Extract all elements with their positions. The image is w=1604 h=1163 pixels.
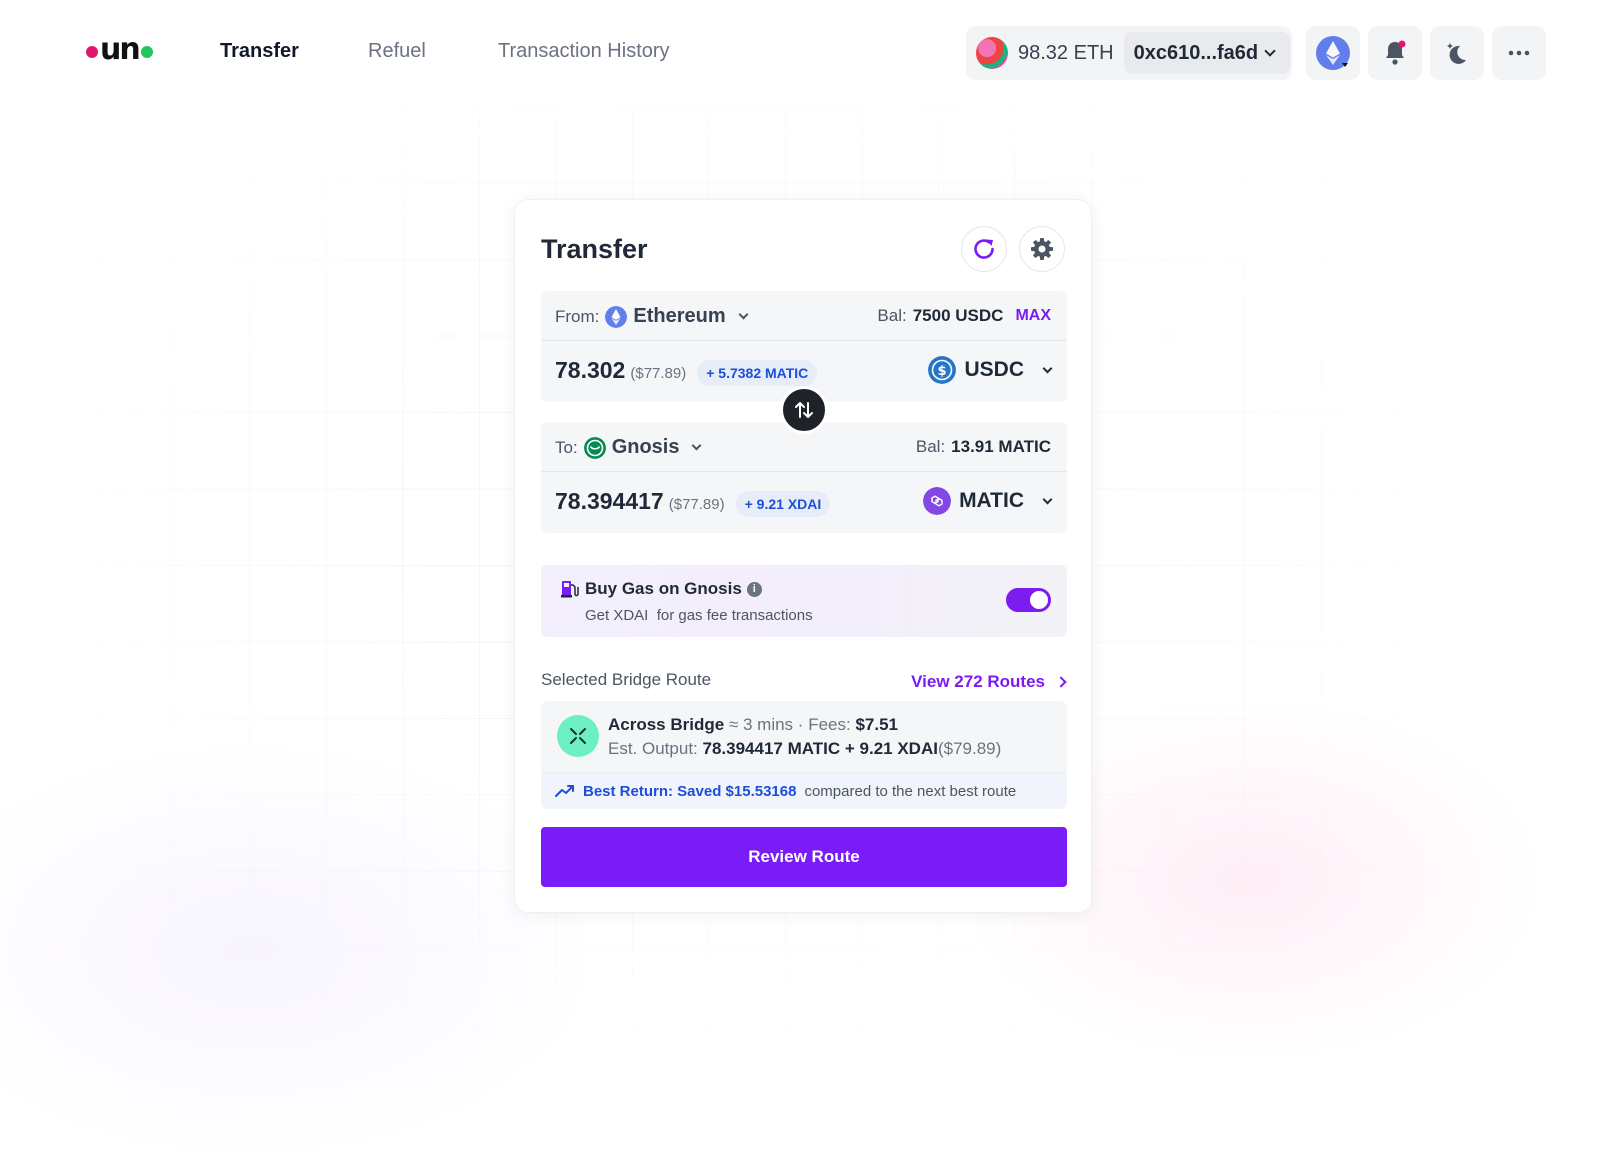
- gas-subtitle: Get XDAI for gas fee transactions: [585, 607, 813, 624]
- buy-gas-toggle[interactable]: [1006, 588, 1051, 612]
- info-icon[interactable]: i: [746, 581, 762, 597]
- chevron-down-icon: [1042, 363, 1053, 373]
- logo-pink-dot: [86, 46, 98, 58]
- best-return-rest: compared to the next best route: [804, 782, 1017, 800]
- bell-icon: [1386, 40, 1406, 65]
- from-chain-name: Ethereum: [633, 305, 726, 327]
- usdc-icon: $: [928, 356, 957, 384]
- fuel-pump-icon: [561, 581, 579, 598]
- from-panel-header: From: Ethereum Bal: 7500 USDC MAX: [541, 291, 1067, 341]
- best-return-banner: Best Return: Saved $15.53168 compared to…: [541, 772, 1067, 809]
- route-separator: ·: [797, 715, 804, 734]
- to-panel: To: Gnosis Bal: 13.91 MATIC 78.394417 ($…: [541, 422, 1067, 533]
- wallet-avatar: [976, 37, 1008, 69]
- to-label: To:: [555, 437, 578, 457]
- refresh-icon: [974, 239, 994, 259]
- network-selector-button[interactable]: [1306, 26, 1360, 80]
- route-time: ≈ 3 mins: [728, 715, 794, 734]
- output-label: Est. Output:: [608, 739, 698, 758]
- route-section-label: Selected Bridge Route: [541, 670, 712, 689]
- top-header: un Transfer Refuel Transaction History 9…: [0, 0, 1604, 104]
- from-token-name: USDC: [964, 358, 1024, 381]
- matic-icon: [923, 487, 952, 515]
- to-token-selector[interactable]: MATIC: [923, 487, 1053, 515]
- buy-gas-section: Buy Gas on Gnosis i Get XDAI for gas fee…: [541, 565, 1067, 637]
- theme-toggle-button[interactable]: [1430, 26, 1484, 80]
- to-chain-name: Gnosis: [611, 436, 680, 458]
- to-amount-value: 78.394417: [555, 488, 664, 514]
- route-output: Est. Output: 78.394417 MATIC + 9.21 XDAI…: [608, 739, 1001, 759]
- gas-title: Buy Gas on Gnosis i: [585, 579, 762, 599]
- gnosis-icon: [583, 436, 606, 459]
- wallet-address: 0xc610...fa6d: [1133, 41, 1259, 64]
- review-route-button[interactable]: Review Route: [541, 827, 1067, 887]
- wallet-balance: 98.32 ETH: [1018, 41, 1114, 64]
- nav-transaction-history[interactable]: Transaction History: [498, 40, 670, 63]
- from-bal-label: Bal:: [877, 306, 907, 325]
- best-return-label: Best Return: Saved $15.53168: [583, 782, 797, 800]
- from-balance: Bal: 7500 USDC MAX: [877, 306, 1051, 326]
- to-balance: Bal: 13.91 MATIC: [916, 437, 1051, 457]
- across-bridge-icon: [557, 715, 599, 757]
- notifications-button[interactable]: [1368, 26, 1422, 80]
- nav-transfer[interactable]: Transfer: [220, 40, 299, 63]
- max-button[interactable]: MAX: [1015, 307, 1051, 325]
- ethereum-icon: [605, 305, 628, 328]
- logo-wordmark: un: [100, 32, 141, 67]
- fees-label: Fees:: [808, 715, 851, 734]
- app-logo[interactable]: un: [86, 32, 153, 68]
- chevron-down-icon: [692, 440, 702, 451]
- from-bal-value: 7500 USDC: [912, 306, 1004, 325]
- chevron-down-icon: [1264, 45, 1276, 57]
- from-extra-badge: + 5.7382 MATIC: [697, 360, 818, 386]
- swap-arrows-icon: [795, 402, 813, 418]
- bridge-name: Across Bridge: [608, 715, 725, 734]
- chevron-down-icon: [738, 309, 749, 320]
- to-bal-value: 13.91 MATIC: [951, 437, 1051, 456]
- view-routes-text: View 272 Routes: [911, 672, 1045, 691]
- output-usd: ($79.89): [937, 739, 1002, 758]
- card-title: Transfer: [541, 234, 648, 264]
- from-amount[interactable]: 78.302 ($77.89) + 5.7382 MATIC: [555, 357, 818, 386]
- to-amount: 78.394417 ($77.89) + 9.21 XDAI: [555, 488, 831, 517]
- more-options-button[interactable]: [1492, 26, 1546, 80]
- to-chain-selector[interactable]: To: Gnosis: [555, 436, 702, 459]
- from-label: From:: [555, 306, 600, 326]
- chevron-right-icon: [1055, 676, 1067, 688]
- to-bal-label: Bal:: [915, 437, 946, 456]
- from-token-selector[interactable]: $ USDC: [928, 356, 1053, 384]
- trending-up-icon: [555, 785, 574, 797]
- route-summary: Across Bridge ≈ 3 mins · Fees: $7.51: [608, 715, 898, 735]
- to-extra-badge: + 9.21 XDAI: [735, 491, 831, 517]
- chevron-down-icon: [1042, 494, 1053, 504]
- fees-value: $7.51: [855, 715, 899, 734]
- wallet-widget[interactable]: 98.32 ETH 0xc610...fa6d: [966, 26, 1292, 80]
- transfer-card: Transfer From: Ethereum Bal: 7500 USDC M…: [514, 199, 1092, 913]
- logo-green-dot: [140, 46, 153, 58]
- selected-route-card[interactable]: Across Bridge ≈ 3 mins · Fees: $7.51 Est…: [541, 701, 1067, 809]
- wallet-address-dropdown[interactable]: 0xc610...fa6d: [1123, 32, 1290, 74]
- svg-text:$: $: [938, 364, 947, 379]
- gear-icon: [1031, 238, 1053, 260]
- output-value: 78.394417 MATIC + 9.21 XDAI: [702, 739, 938, 758]
- view-routes-link[interactable]: View 272 Routes: [911, 672, 1067, 692]
- ethereum-icon: [1316, 36, 1350, 70]
- moon-icon: [1447, 43, 1466, 64]
- from-amount-usd: ($77.89): [630, 365, 687, 382]
- more-icon: [1508, 50, 1530, 56]
- to-amount-row: 78.394417 ($77.89) + 9.21 XDAI MATIC: [541, 472, 1067, 532]
- from-amount-value: 78.302: [555, 357, 626, 383]
- swap-direction-button[interactable]: [780, 386, 828, 434]
- refresh-button[interactable]: [961, 226, 1007, 272]
- nav-refuel[interactable]: Refuel: [368, 40, 426, 63]
- to-amount-usd: ($77.89): [668, 496, 725, 513]
- settings-button[interactable]: [1019, 226, 1065, 272]
- to-token-name: MATIC: [959, 489, 1024, 512]
- from-chain-selector[interactable]: From: Ethereum: [555, 305, 749, 328]
- gas-title-text: Buy Gas on Gnosis: [585, 579, 742, 598]
